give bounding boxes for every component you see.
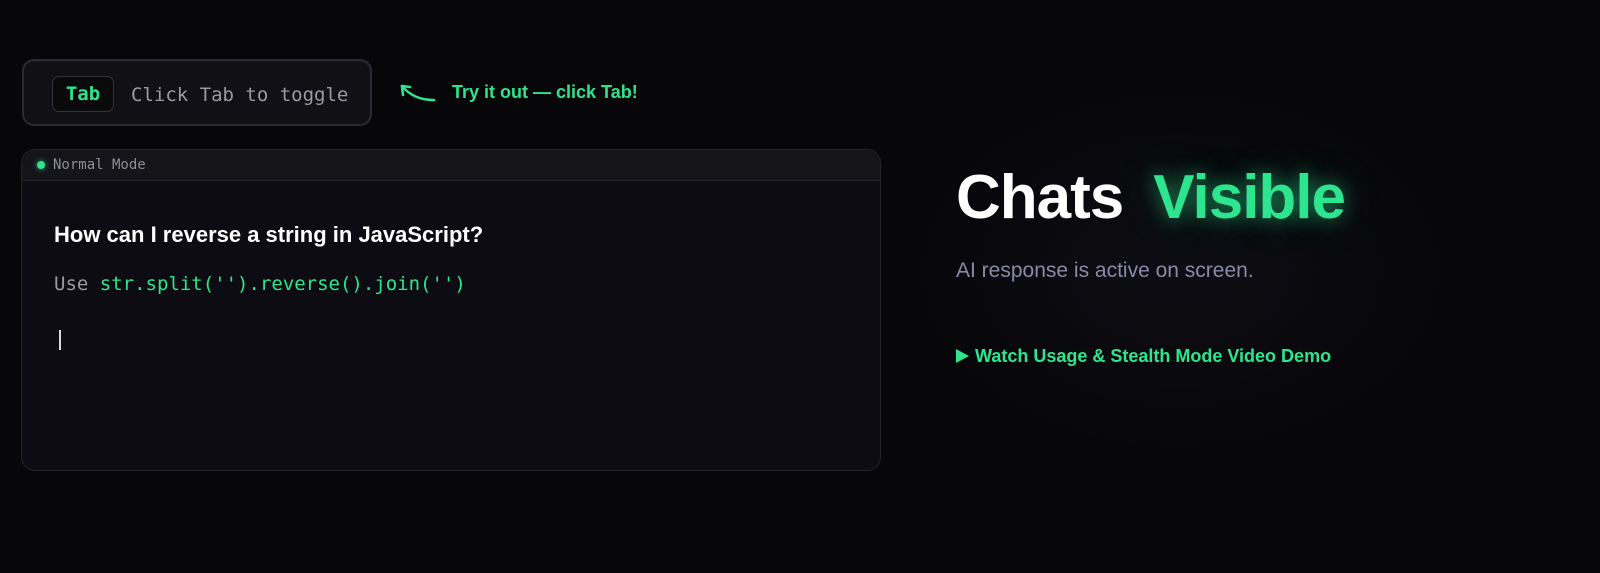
status-title: Chats Visible: [956, 160, 1346, 236]
title-status: Visible: [1153, 163, 1346, 232]
text-cursor[interactable]: [59, 330, 61, 350]
demo-video-link[interactable]: Watch Usage & Stealth Mode Video Demo: [956, 345, 1331, 367]
status-subtitle: AI response is active on screen.: [956, 259, 1254, 282]
curved-arrow-icon: [400, 84, 436, 102]
chat-question: How can I reverse a string in JavaScript…: [54, 222, 484, 247]
title-word: Chats: [956, 163, 1124, 232]
answer-prefix: Use: [54, 273, 100, 295]
demo-link-label: Watch Usage & Stealth Mode Video Demo: [975, 346, 1332, 366]
toggle-hint-text: Click Tab to toggle: [131, 84, 349, 106]
try-it-out-hint: Try it out — click Tab!: [452, 82, 638, 102]
status-dot-icon: [37, 161, 45, 169]
tab-key-button[interactable]: Tab: [52, 76, 114, 112]
panel-header: Normal Mode: [22, 150, 880, 181]
play-icon: [956, 349, 969, 363]
chat-answer: Use str.split('').reverse().join(''): [54, 271, 466, 297]
answer-code: str.split('').reverse().join(''): [99, 273, 466, 295]
mode-label: Normal Mode: [53, 157, 146, 173]
chat-panel: Normal Mode How can I reverse a string i…: [21, 149, 881, 471]
tab-toggle-bar: Tab Click Tab to toggle: [22, 59, 372, 126]
